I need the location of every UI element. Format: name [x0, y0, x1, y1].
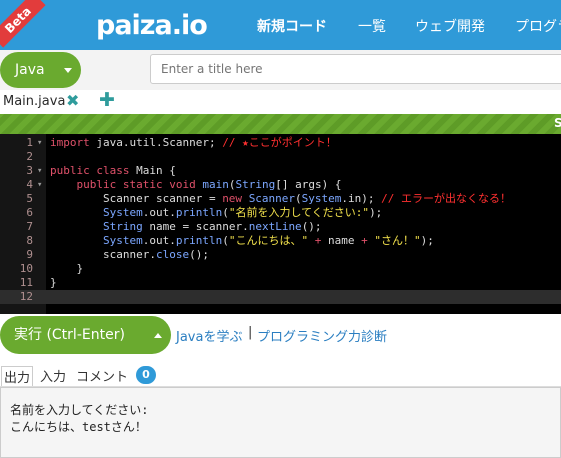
run-button[interactable]: 実行 (Ctrl-Enter) — [0, 316, 171, 354]
link-separator: | — [248, 325, 253, 340]
line-number: 11 — [19, 276, 33, 289]
code-line[interactable]: 9 scanner.close(); — [0, 248, 561, 262]
code-text: System.out.println("こんにちは、" + name + "さん… — [102, 234, 434, 247]
code-line[interactable]: 12 — [0, 290, 561, 304]
code-text: } — [50, 262, 84, 275]
line-number: 10 — [19, 262, 33, 275]
save-strip — [0, 114, 561, 134]
learn-java-link[interactable]: Javaを学ぶ — [176, 326, 242, 345]
line-number: 4 — [26, 178, 33, 191]
nav-new-code[interactable]: 新規コード — [257, 16, 327, 36]
save-button[interactable]: S — [554, 116, 561, 130]
code-text: import java.util.Scanner; // ★ここがポイント！ — [50, 136, 337, 149]
code-text: public class Main { — [50, 164, 176, 177]
line-number: 5 — [26, 192, 33, 205]
output-line: こんにちは、testさん！ — [10, 420, 147, 434]
code-line[interactable]: 11} — [0, 276, 561, 290]
code-line[interactable]: 4 ▾ public static void main(String[] args… — [0, 178, 561, 192]
code-line[interactable]: 5 Scanner scanner = new Scanner(System.i… — [0, 192, 561, 206]
code-line[interactable]: 8 System.out.println("こんにちは、" + name + "… — [0, 234, 561, 248]
line-number: 9 — [26, 248, 33, 261]
paiza-logo[interactable]: paiza.io — [96, 9, 208, 41]
code-line[interactable]: 1 ▾ import java.util.Scanner; // ★ここがポイント！ — [0, 136, 561, 150]
fold-arrow-icon[interactable]: ▾ — [37, 164, 42, 178]
line-number: 2 — [26, 150, 33, 163]
line-number: 3 — [26, 164, 33, 177]
tab-output[interactable]: 出力 — [1, 366, 34, 386]
code-line[interactable]: 2 — [0, 150, 561, 164]
line-number: 6 — [26, 206, 33, 219]
close-icon[interactable]: ✖ — [66, 91, 79, 110]
chevron-down-icon[interactable] — [64, 68, 72, 73]
code-text: } — [50, 276, 57, 289]
code-line[interactable]: 6 System.out.println("名前を入力してください:"); — [0, 206, 561, 220]
logo-text: paiza.io — [96, 9, 208, 41]
language-label: Java — [15, 62, 45, 78]
add-file-icon[interactable]: ✚ — [99, 89, 115, 111]
line-number: 7 — [26, 220, 33, 233]
tab-comments[interactable]: コメント — [76, 366, 128, 385]
output-line: 名前を入力してください: — [10, 403, 149, 417]
nav-programming[interactable]: プログラ — [515, 16, 561, 36]
fold-arrow-icon[interactable]: ▾ — [37, 178, 42, 192]
nav-list[interactable]: 一覧 — [358, 16, 386, 36]
code-line[interactable]: 7 String name = scanner.nextLine(); — [0, 220, 561, 234]
fold-arrow-icon[interactable]: ▾ — [37, 136, 42, 150]
line-number: 1 — [26, 136, 33, 149]
file-tab-main-java[interactable]: Main.java — [3, 94, 65, 109]
programming-diagnosis-link[interactable]: プログラミング力診断 — [257, 326, 387, 345]
line-number: 8 — [26, 234, 33, 247]
code-text: Scanner scanner = new Scanner(System.in)… — [50, 192, 512, 205]
code-text: public static void main(String[] args) { — [76, 178, 342, 191]
code-line[interactable]: 3 ▾ public class Main { — [0, 164, 561, 178]
code-text: String name = scanner.nextLine(); — [102, 220, 322, 233]
code-line[interactable]: 10 } — [0, 262, 561, 276]
code-text: System.out.println("名前を入力してください:"); — [102, 206, 383, 219]
nav-web-dev[interactable]: ウェブ開発 — [415, 16, 485, 36]
chevron-up-icon[interactable] — [154, 333, 162, 338]
run-label: 実行 (Ctrl-Enter) — [14, 327, 125, 343]
title-input[interactable] — [150, 54, 561, 84]
line-number: 12 — [19, 290, 33, 303]
comment-count-badge: 0 — [136, 366, 156, 384]
tab-input[interactable]: 入力 — [40, 366, 66, 385]
code-text: scanner.close(); — [50, 248, 209, 261]
